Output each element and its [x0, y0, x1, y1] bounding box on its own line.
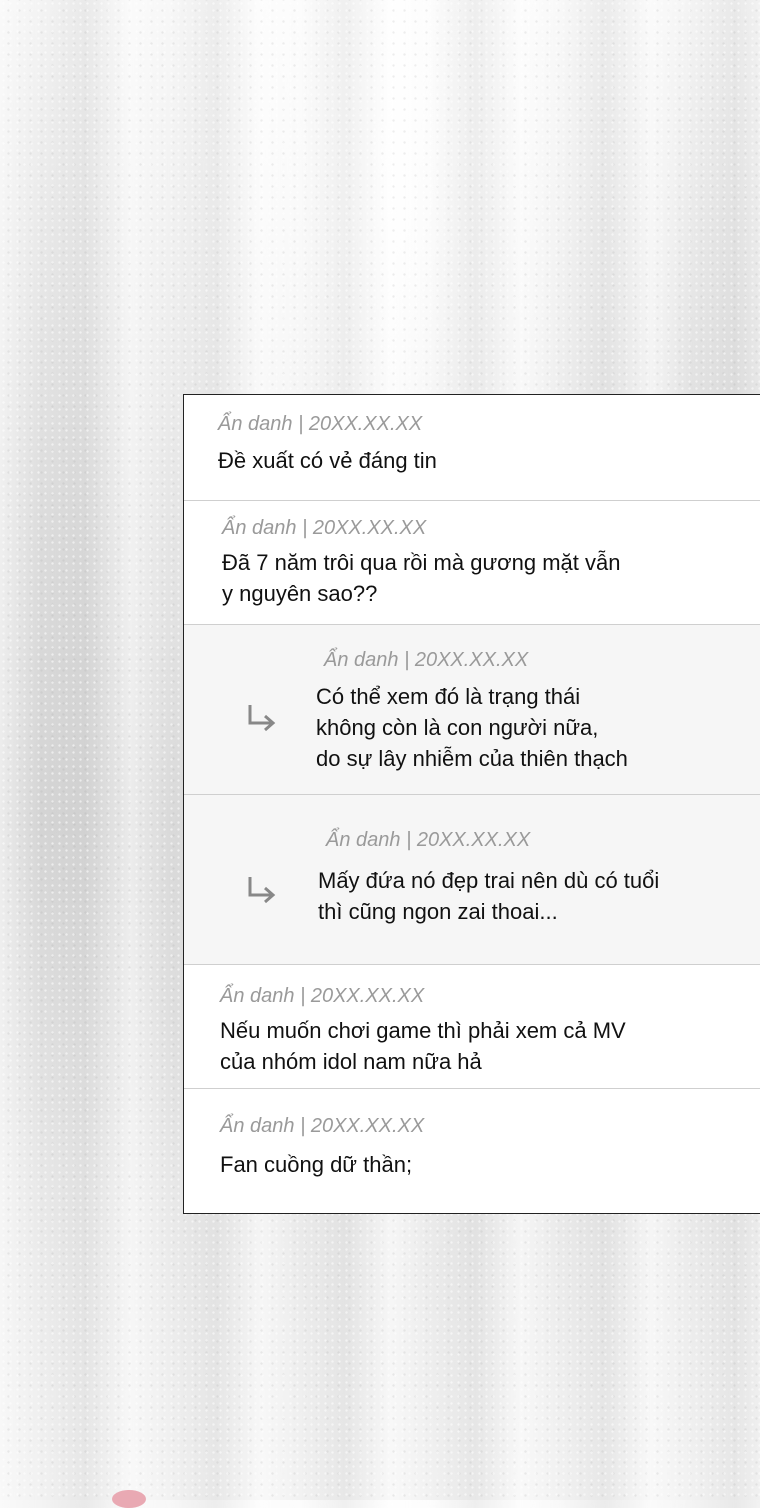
comment-text: Mấy đứa nó đẹp trai nên dù có tuổi thì c…	[318, 868, 660, 924]
comment-text: Đề xuất có vẻ đáng tin	[218, 448, 437, 473]
comment-meta: Ẩn danh | 20XX.XX.XX	[222, 517, 427, 539]
comment-text: Đã 7 năm trôi qua rồi mà gương mặt vẫn y…	[222, 550, 621, 606]
reply-item: Ẩn danh | 20XX.XX.XX Mấy đứa nó đẹp trai…	[184, 795, 760, 965]
comment-item: Ẩn danh | 20XX.XX.XX Đề xuất có vẻ đáng …	[184, 395, 760, 501]
comment-meta: Ẩn danh | 20XX.XX.XX	[218, 413, 423, 435]
comment-panel: Ẩn danh | 20XX.XX.XX Đề xuất có vẻ đáng …	[183, 394, 760, 1214]
reply-arrow-icon	[248, 877, 276, 904]
comment-text: Nếu muốn chơi game thì phải xem cả MV củ…	[220, 1018, 626, 1074]
reply-arrow-icon	[248, 705, 276, 732]
comment-text: Fan cuồng dữ thần;	[220, 1152, 413, 1177]
background-decoration	[112, 1490, 146, 1508]
comment-text: Có thể xem đó là trạng thái không còn là…	[316, 684, 628, 771]
comment-meta: Ẩn danh | 20XX.XX.XX	[326, 829, 531, 851]
comment-meta: Ẩn danh | 20XX.XX.XX	[220, 1115, 425, 1137]
comment-item: Ẩn danh | 20XX.XX.XX Đã 7 năm trôi qua r…	[184, 501, 760, 625]
comment-meta: Ẩn danh | 20XX.XX.XX	[220, 985, 425, 1007]
comment-meta: Ẩn danh | 20XX.XX.XX	[324, 649, 529, 671]
comment-item: Ẩn danh | 20XX.XX.XX Fan cuồng dữ thần;	[184, 1089, 760, 1213]
comment-item: Ẩn danh | 20XX.XX.XX Nếu muốn chơi game …	[184, 965, 760, 1089]
reply-item: Ẩn danh | 20XX.XX.XX Có thể xem đó là tr…	[184, 625, 760, 795]
